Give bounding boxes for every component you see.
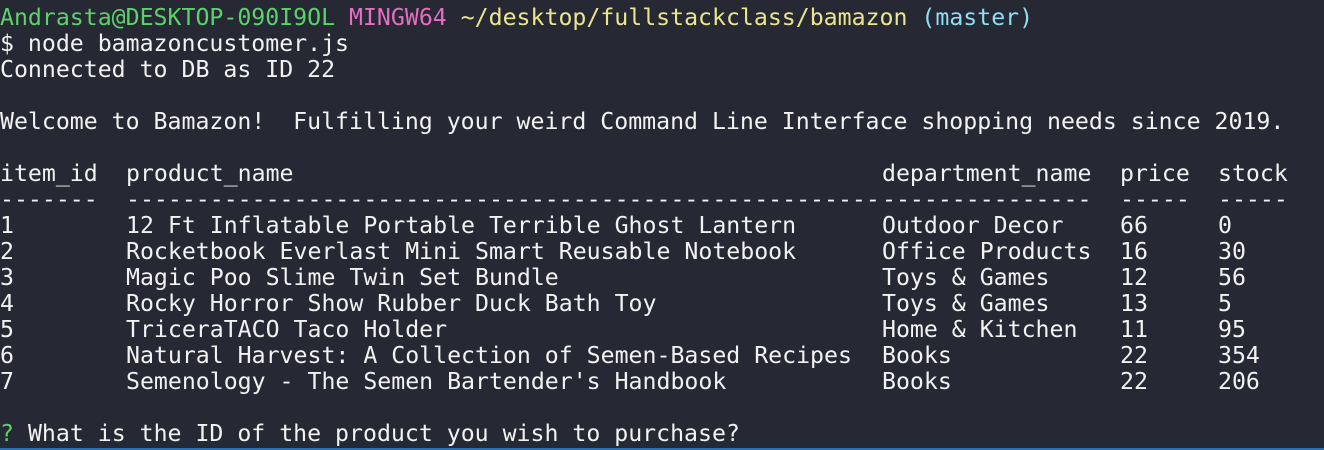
prompt-system: MINGW64 bbox=[349, 4, 447, 31]
separator: ------- bbox=[0, 186, 98, 213]
cell-product-name: Rocketbook Everlast Mini Smart Reusable … bbox=[126, 238, 797, 265]
cell-item-id: 4 bbox=[0, 290, 14, 317]
cell-price: 16 bbox=[1120, 238, 1148, 265]
cell-stock: 30 bbox=[1218, 238, 1246, 265]
cell-product-name: Rocky Horror Show Rubber Duck Bath Toy bbox=[126, 290, 657, 317]
cell-stock: 206 bbox=[1218, 368, 1260, 395]
header-stock: stock bbox=[1218, 160, 1288, 187]
cell-price: 12 bbox=[1120, 264, 1148, 291]
table-row: 7 Semenology - The Semen Bartender's Hand… bbox=[0, 369, 1324, 395]
table-row: 4 Rocky Horror Show Rubber Duck Bath Toy T… bbox=[0, 291, 1324, 317]
cell-product-name: Semenology - The Semen Bartender's Handb… bbox=[126, 368, 727, 395]
cell-item-id: 1 bbox=[0, 212, 14, 239]
cell-stock: 0 bbox=[1218, 212, 1232, 239]
table-row: 3 Magic Poo Slime Twin Set Bundle Toys & G… bbox=[0, 265, 1324, 291]
prompt-branch: (master) bbox=[921, 4, 1034, 31]
question-text: What is the ID of the product you wish t… bbox=[27, 420, 740, 447]
cell-stock: 354 bbox=[1218, 342, 1260, 369]
cell-price: 22 bbox=[1120, 368, 1148, 395]
cell-department-name: Outdoor Decor bbox=[882, 212, 1064, 239]
cell-department-name: Home & Kitchen bbox=[882, 316, 1078, 343]
prompt-path: ~/desktop/fullstackclass/bamazon bbox=[460, 4, 908, 31]
cell-stock: 56 bbox=[1218, 264, 1246, 291]
table-row: 1 12 Ft Inflatable Portable Terrible Ghos… bbox=[0, 213, 1324, 239]
cell-item-id: 5 bbox=[0, 316, 14, 343]
cell-price: 66 bbox=[1120, 212, 1148, 239]
cell-department-name: Books bbox=[882, 342, 952, 369]
cell-department-name: Toys & Games bbox=[882, 264, 1050, 291]
prompt-user-host: Andrasta@DESKTOP-090I9OL bbox=[0, 4, 336, 31]
cell-department-name: Office Products bbox=[882, 238, 1092, 265]
separator: ----------------------------------------… bbox=[126, 186, 880, 213]
table-header: item_id product_name department_name pri… bbox=[0, 161, 1324, 187]
cell-price: 13 bbox=[1120, 290, 1148, 317]
cell-product-name: 12 Ft Inflatable Portable Terrible Ghost… bbox=[126, 212, 797, 239]
cell-price: 22 bbox=[1120, 342, 1148, 369]
header-price: price bbox=[1120, 160, 1190, 187]
table-separator: ------- --------------------------------… bbox=[0, 187, 1324, 213]
cell-item-id: 7 bbox=[0, 368, 14, 395]
cell-product-name: Magic Poo Slime Twin Set Bundle bbox=[126, 264, 559, 291]
cell-item-id: 6 bbox=[0, 342, 14, 369]
shell-prompt: Andrasta@DESKTOP-090I9OL MINGW64 ~/deskt… bbox=[0, 5, 1324, 31]
cell-department-name: Toys & Games bbox=[882, 290, 1050, 317]
cell-stock: 95 bbox=[1218, 316, 1246, 343]
table-row: 6 Natural Harvest: A Collection of Semen-… bbox=[0, 343, 1324, 369]
cell-item-id: 3 bbox=[0, 264, 14, 291]
cell-item-id: 2 bbox=[0, 238, 14, 265]
cell-department-name: Books bbox=[882, 368, 952, 395]
welcome-message: Welcome to Bamazon! Fulfilling your weir… bbox=[0, 108, 1285, 135]
cell-price: 11 bbox=[1120, 316, 1148, 343]
table-row: 2 Rocketbook Everlast Mini Smart Reusable… bbox=[0, 239, 1324, 265]
separator: ----- bbox=[1120, 186, 1190, 213]
header-item-id: item_id bbox=[0, 160, 98, 187]
separator: ----- bbox=[1218, 186, 1288, 213]
cell-product-name: Natural Harvest: A Collection of Semen-B… bbox=[126, 342, 852, 369]
separator: --------------- bbox=[882, 186, 1092, 213]
table-row: 5 TriceraTACO Taco Holder Home & Kitchen 11… bbox=[0, 317, 1324, 343]
question-mark: ? bbox=[0, 420, 14, 447]
cell-product-name: TriceraTACO Taco Holder bbox=[126, 316, 448, 343]
cell-stock: 5 bbox=[1218, 290, 1232, 317]
command-line: $ node bamazoncustomer.js bbox=[0, 30, 350, 57]
terminal-output[interactable]: Andrasta@DESKTOP-090I9OL MINGW64 ~/deskt… bbox=[0, 5, 1324, 447]
header-department-name: department_name bbox=[882, 160, 1092, 187]
connection-status: Connected to DB as ID 22 bbox=[0, 56, 336, 83]
header-product-name: product_name bbox=[126, 160, 294, 187]
purchase-question[interactable]: ? What is the ID of the product you wish… bbox=[0, 421, 1324, 447]
